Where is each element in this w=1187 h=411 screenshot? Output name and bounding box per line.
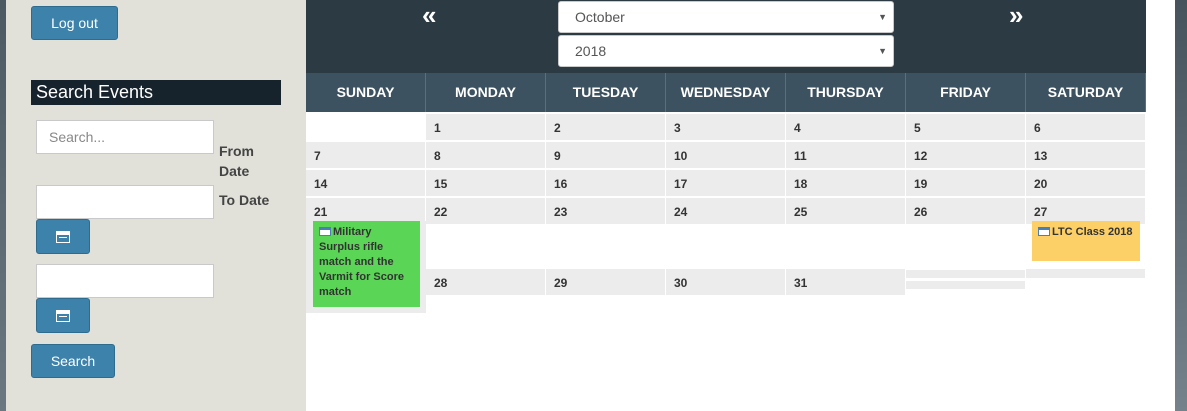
- to-date-label: To Date: [219, 192, 270, 208]
- day-cell[interactable]: 7: [306, 142, 425, 168]
- day-cell[interactable]: 10: [666, 142, 785, 168]
- year-select[interactable]: 2018 ▼: [558, 35, 894, 67]
- day-cell[interactable]: 28: [426, 269, 545, 295]
- day-cell[interactable]: 1: [426, 114, 545, 140]
- day-cell[interactable]: 22: [426, 198, 545, 224]
- day-header-saturday: SATURDAY: [1026, 73, 1146, 112]
- to-date-field[interactable]: [36, 264, 214, 298]
- from-date-picker-button[interactable]: [36, 219, 90, 254]
- day-cell[interactable]: 31: [786, 269, 905, 295]
- event-title: Military Surplus rifle match and the Var…: [319, 226, 404, 298]
- day-header-thursday: THURSDAY: [786, 73, 906, 112]
- empty-day-cell[interactable]: [1026, 269, 1145, 278]
- event-calendar-icon: [1038, 227, 1050, 236]
- month-select-value: October: [575, 9, 625, 25]
- day-cell[interactable]: 26: [906, 198, 1025, 224]
- calendar-icon: [56, 309, 70, 322]
- day-cell[interactable]: 30: [666, 269, 785, 295]
- day-cell[interactable]: 23: [546, 198, 665, 224]
- day-header-tuesday: TUESDAY: [546, 73, 666, 112]
- day-cell[interactable]: 13: [1026, 142, 1145, 168]
- search-events-heading: Search Events: [31, 80, 281, 105]
- day-cell[interactable]: 16: [546, 170, 665, 196]
- day-cell[interactable]: 3: [666, 114, 785, 140]
- chevron-down-icon: ▼: [878, 46, 887, 56]
- logout-button[interactable]: Log out: [31, 6, 118, 40]
- calendar-navbar: « October ▼ 2018 ▼ »: [306, 0, 1146, 73]
- chevron-down-icon: ▼: [878, 12, 887, 22]
- calendar-event[interactable]: Military Surplus rifle match and the Var…: [313, 221, 420, 307]
- day-cell[interactable]: 15: [426, 170, 545, 196]
- calendar-event[interactable]: LTC Class 2018: [1032, 221, 1140, 261]
- event-title: LTC Class 2018: [1052, 226, 1133, 238]
- day-cell[interactable]: 9: [546, 142, 665, 168]
- day-cell[interactable]: 14: [306, 170, 425, 196]
- year-select-value: 2018: [575, 43, 607, 59]
- day-cell[interactable]: 18: [786, 170, 905, 196]
- event-calendar-icon: [319, 227, 331, 236]
- calendar-icon: [56, 230, 70, 243]
- day-header-wednesday: WEDNESDAY: [666, 73, 786, 112]
- search-input[interactable]: Search...: [36, 120, 214, 154]
- day-cell[interactable]: 24: [666, 198, 785, 224]
- day-cell[interactable]: 6: [1026, 114, 1145, 140]
- to-date-picker-button[interactable]: [36, 298, 90, 333]
- day-header-friday: FRIDAY: [906, 73, 1026, 112]
- day-cell[interactable]: 2: [546, 114, 665, 140]
- sidebar: Log out Search Events Search... From Dat…: [6, 0, 306, 411]
- day-cell[interactable]: 29: [546, 269, 665, 295]
- next-month-icon[interactable]: »: [1009, 0, 1023, 31]
- day-cell[interactable]: 12: [906, 142, 1025, 168]
- day-cell[interactable]: 8: [426, 142, 545, 168]
- prev-month-icon[interactable]: «: [422, 0, 436, 31]
- day-cell[interactable]: 25: [786, 198, 905, 224]
- empty-day-cell[interactable]: [306, 124, 425, 140]
- day-cell[interactable]: 5: [906, 114, 1025, 140]
- background-right: [1175, 0, 1187, 411]
- month-select[interactable]: October ▼: [558, 1, 894, 33]
- calendar-main: « October ▼ 2018 ▼ » SUNDAY MONDAY TUESDAY…: [306, 0, 1175, 411]
- day-cell[interactable]: 4: [786, 114, 905, 140]
- day-cell[interactable]: 17: [666, 170, 785, 196]
- empty-day-cell[interactable]: [906, 270, 1025, 278]
- from-date-label: From Date: [219, 143, 254, 179]
- day-cell-filler: [906, 281, 1025, 289]
- day-cell[interactable]: 11: [786, 142, 905, 168]
- day-cell[interactable]: 19: [906, 170, 1025, 196]
- day-header-monday: MONDAY: [426, 73, 546, 112]
- day-header-sunday: SUNDAY: [306, 73, 426, 112]
- from-date-field[interactable]: [36, 185, 214, 219]
- day-cell[interactable]: 20: [1026, 170, 1145, 196]
- search-button[interactable]: Search: [31, 344, 115, 378]
